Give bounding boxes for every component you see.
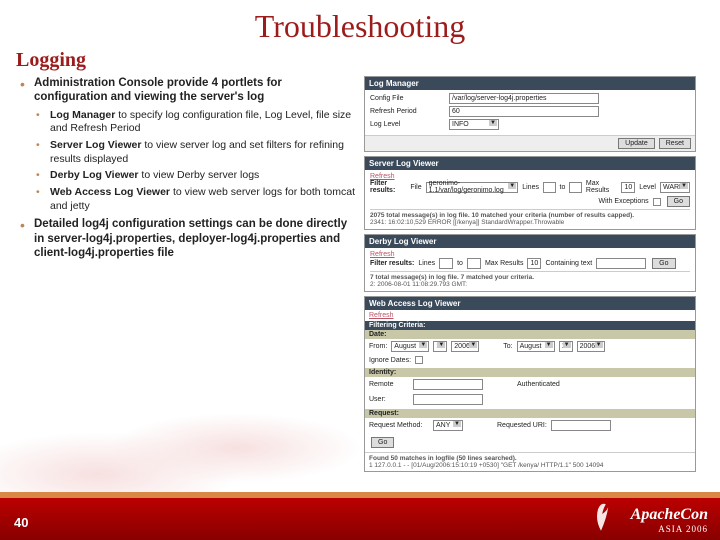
log-manager-panel: Log Manager Config File/var/log/server-l…: [364, 76, 696, 152]
lines-to-input[interactable]: [569, 182, 582, 193]
to-month-select[interactable]: August: [517, 341, 555, 352]
server-log-viewer-panel: Server Log Viewer Refresh Filter results…: [364, 156, 696, 230]
subsection-header: Identity:: [365, 368, 695, 377]
content-area: Administration Console provide 4 portlet…: [0, 76, 720, 476]
bullet-item: Detailed log4j configuration settings ca…: [16, 217, 356, 260]
field-label: Config File: [370, 95, 445, 102]
derby-log-viewer-panel: Derby Log Viewer Refresh Filter results:…: [364, 234, 696, 292]
bullet-column: Administration Console provide 4 portlet…: [16, 76, 356, 476]
ignore-dates-checkbox[interactable]: [415, 356, 423, 364]
to-day-select[interactable]: 1: [559, 341, 573, 352]
bullet-text: Administration Console provide 4 portlet…: [34, 76, 356, 105]
nested-bullet: Derby Log Viewer to view Derby server lo…: [34, 169, 356, 183]
from-day-select[interactable]: 1: [433, 341, 447, 352]
web-access-log-viewer-panel: Web Access Log Viewer Refresh Filtering …: [364, 296, 696, 472]
refresh-link[interactable]: Refresh: [369, 312, 394, 319]
to-year-select[interactable]: 2006: [577, 341, 605, 352]
slide-title: Troubleshooting: [0, 0, 720, 49]
results-count: 7 total message(s) in log file. 7 matche…: [370, 274, 534, 281]
from-month-select[interactable]: August: [391, 341, 429, 352]
page-number: 40: [14, 515, 28, 530]
field-label: Log Level: [370, 121, 445, 128]
go-button[interactable]: Go: [667, 196, 690, 207]
panel-header: Derby Log Viewer: [365, 235, 695, 248]
refresh-period-input[interactable]: 60: [449, 106, 599, 117]
containing-text-input[interactable]: [596, 258, 646, 269]
brand-block: ApacheCon ASIA 2006: [631, 506, 708, 534]
footer-bar: 40 ApacheCon ASIA 2006: [0, 492, 720, 540]
uri-input[interactable]: [551, 420, 611, 431]
nested-bullet: Server Log Viewer to view server log and…: [34, 139, 356, 166]
subsection-header: Request:: [365, 409, 695, 418]
file-select[interactable]: geronimo-1.1/var/log/geronimo.log: [426, 182, 519, 193]
apache-feather-icon: [587, 502, 615, 532]
config-file-input[interactable]: /var/log/server-log4j.properties: [449, 93, 599, 104]
reset-button[interactable]: Reset: [659, 138, 691, 149]
method-select[interactable]: ANY: [433, 420, 463, 431]
filter-label: Filter results:: [370, 180, 406, 194]
brand-name: ApacheCon: [631, 506, 708, 524]
brand-sub: ASIA 2006: [631, 524, 708, 534]
refresh-link[interactable]: Refresh: [370, 251, 395, 258]
screenshot-column: Log Manager Config File/var/log/server-l…: [356, 76, 696, 476]
panel-header: Log Manager: [365, 77, 695, 90]
log-line: 1 127.0.0.1 - - [01/Aug/2006:15:10:19 +0…: [369, 462, 691, 469]
bullet-item: Administration Console provide 4 portlet…: [16, 76, 356, 213]
remote-input[interactable]: [413, 379, 483, 390]
nested-bullet: Web Access Log Viewer to view web server…: [34, 186, 356, 213]
log-line: 2341: 16:02:10,529 ERROR [[/kenya]] Stan…: [370, 219, 690, 226]
refresh-link[interactable]: Refresh: [370, 173, 395, 180]
lines-to-input[interactable]: [467, 258, 481, 269]
user-input[interactable]: [413, 394, 483, 405]
go-button[interactable]: Go: [371, 437, 394, 448]
level-select[interactable]: WARN: [660, 182, 690, 193]
log-level-select[interactable]: INFO: [449, 119, 499, 130]
from-year-select[interactable]: 2006: [451, 341, 479, 352]
max-results-input[interactable]: 10: [527, 258, 541, 269]
lines-from-input[interactable]: [439, 258, 453, 269]
go-button[interactable]: Go: [652, 258, 675, 269]
results-count: Found 50 matches in logfile (50 lines se…: [369, 455, 517, 462]
section-header: Filtering Criteria:: [365, 321, 695, 330]
lines-from-input[interactable]: [543, 182, 556, 193]
update-button[interactable]: Update: [618, 138, 655, 149]
exceptions-checkbox[interactable]: [653, 198, 661, 206]
nested-bullet: Log Manager to specify log configuration…: [34, 109, 356, 136]
results-count: 2075 total message(s) in log file. 10 ma…: [370, 212, 634, 219]
field-label: Refresh Period: [370, 108, 445, 115]
filter-label: Filter results:: [370, 260, 414, 267]
subsection-header: Date:: [365, 330, 695, 339]
panel-header: Web Access Log Viewer: [365, 297, 695, 310]
panel-header: Server Log Viewer: [365, 157, 695, 170]
max-results-input[interactable]: 10: [621, 182, 635, 193]
bullet-text: Detailed log4j configuration settings ca…: [34, 217, 356, 260]
log-line: 2: 2006-08-01 11:08:29.793 GMT:: [370, 281, 690, 288]
slide-subtitle: Logging: [0, 49, 720, 76]
